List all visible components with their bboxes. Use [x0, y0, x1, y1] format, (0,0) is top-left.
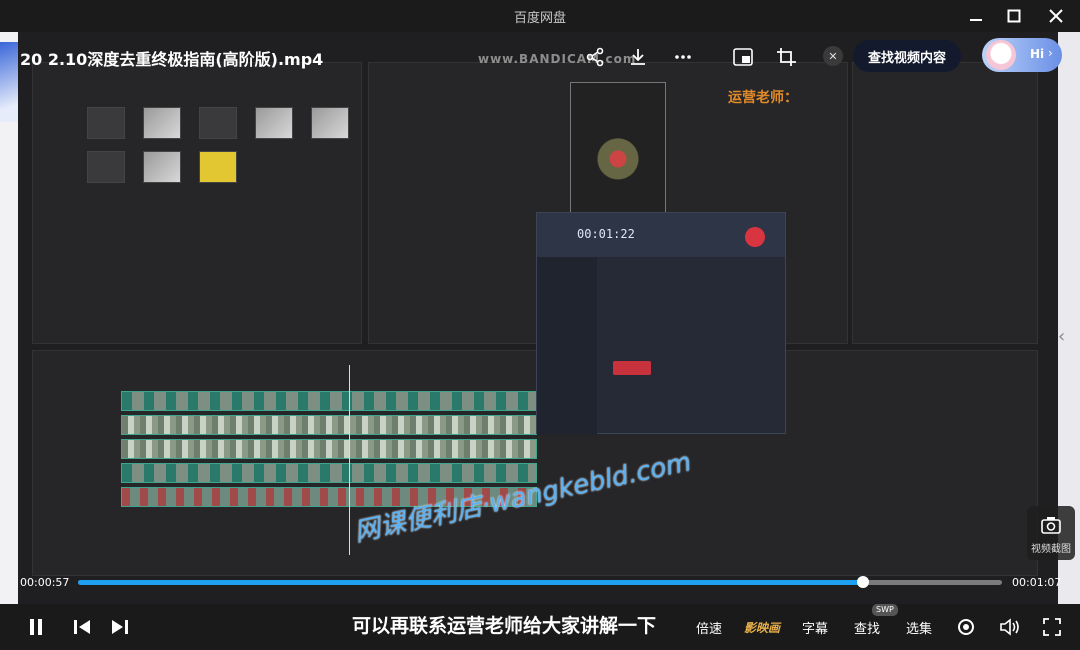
download-button[interactable]: [625, 44, 651, 70]
volume-button[interactable]: [998, 614, 1022, 640]
pip-icon: [733, 48, 753, 66]
progress-bar[interactable]: [78, 576, 1002, 588]
assistant-button[interactable]: Hi ›: [982, 38, 1062, 72]
minimize-button[interactable]: [962, 4, 990, 28]
chevron-left-icon: ‹: [1058, 326, 1066, 347]
download-icon: [631, 49, 645, 65]
video-title: 20 2.10深度去重终极指南(高阶版).mp4: [20, 50, 324, 69]
more-icon: [675, 55, 691, 59]
assistant-avatar: [986, 40, 1016, 70]
close-small-icon: ✕: [828, 49, 838, 63]
caption-button[interactable]: 字幕: [798, 614, 832, 640]
chevron-right-icon: ›: [1048, 46, 1053, 60]
current-time: 00:00:57: [20, 576, 70, 589]
snapshot-label: 视频截图: [1031, 544, 1071, 555]
share-icon: [586, 47, 604, 67]
record-start-shape: [613, 361, 651, 375]
speed-button[interactable]: 倍速: [692, 614, 726, 640]
snapshot-button[interactable]: 视频截图: [1027, 506, 1075, 560]
maximize-icon: [1007, 9, 1021, 23]
find-video-content-button[interactable]: 查找视频内容: [853, 40, 961, 72]
teacher-label: 运营老师：: [728, 90, 798, 106]
previous-button[interactable]: [70, 614, 94, 640]
recorded-screen: 00:01:22 www.BANDICAM.com 运营老师： 网课便利店·wa…: [18, 32, 1058, 604]
total-time: 00:01:07: [1012, 576, 1062, 589]
close-icon: [1049, 9, 1063, 23]
recorder-time: 00:01:22: [577, 227, 635, 241]
media-pane: [32, 62, 362, 344]
preview-video-frame: [570, 82, 666, 222]
progress-fill: [78, 580, 864, 585]
next-button[interactable]: [108, 614, 132, 640]
episodes-button[interactable]: 选集: [902, 614, 936, 640]
search-button[interactable]: 查找: [850, 614, 884, 640]
more-button[interactable]: [670, 44, 696, 70]
left-edge-strip: [0, 32, 18, 604]
properties-pane: [852, 62, 1038, 344]
fullscreen-button[interactable]: [1040, 614, 1064, 640]
settings-circle-icon: [958, 619, 974, 635]
yingmu-button[interactable]: 影映画: [738, 614, 786, 640]
maximize-button[interactable]: [1000, 4, 1028, 28]
camera-icon: [1041, 517, 1061, 534]
record-icon: [745, 227, 765, 247]
pause-button[interactable]: [24, 614, 48, 640]
skip-next-icon: [112, 620, 128, 634]
side-panel-toggle[interactable]: ‹: [1058, 326, 1065, 347]
crop-icon: [777, 48, 796, 66]
volume-icon: [1000, 618, 1019, 636]
assistant-label: Hi: [1030, 47, 1045, 61]
pause-icon: [30, 619, 42, 635]
skip-previous-icon: [74, 620, 90, 634]
window-title: 百度网盘: [513, 11, 566, 26]
bandicam-watermark: www.BANDICAM.com: [478, 52, 637, 66]
quality-button[interactable]: [954, 614, 978, 640]
minimize-icon: [970, 19, 982, 21]
swp-badge: SWP: [872, 604, 898, 616]
picture-in-picture-button[interactable]: [730, 44, 756, 70]
crop-button[interactable]: [774, 44, 800, 70]
bandicam-window: 00:01:22: [536, 212, 786, 435]
video-subtitle: 可以再联系运营老师给大家讲解一下: [352, 615, 657, 637]
close-window-button[interactable]: [1042, 4, 1070, 28]
close-panel-button[interactable]: ✕: [823, 46, 843, 66]
share-button[interactable]: [582, 44, 608, 70]
fullscreen-icon: [1043, 618, 1061, 636]
timeline-pane: [32, 350, 1038, 576]
window-titlebar: 百度网盘: [0, 0, 1080, 32]
video-frame[interactable]: 00:01:22 www.BANDICAM.com 运营老师： 网课便利店·wa…: [0, 32, 1080, 604]
